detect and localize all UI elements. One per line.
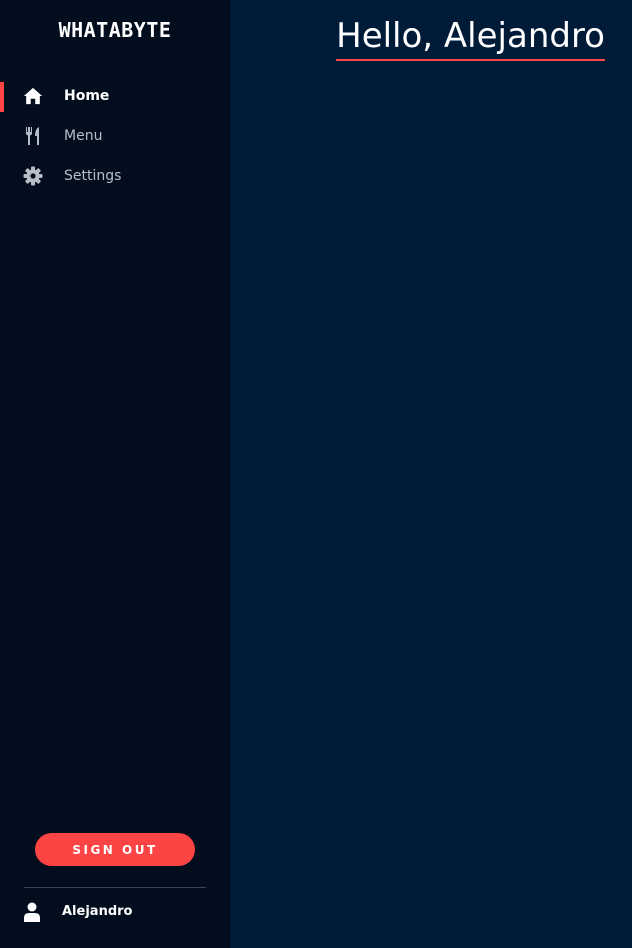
sidebar-item-home[interactable]: Home <box>0 76 230 116</box>
sidebar-item-label: Home <box>64 88 110 104</box>
page-title: Hello, Alejandro <box>336 16 605 61</box>
sidebar-item-menu[interactable]: Menu <box>0 116 230 156</box>
sidebar-divider <box>24 887 206 888</box>
brand-logo[interactable]: WHATABYTE <box>0 18 230 42</box>
sidebar-item-label: Menu <box>64 128 103 144</box>
user-icon <box>23 902 41 922</box>
utensils-icon <box>23 126 43 146</box>
sidebar-nav: Home Menu Settings <box>0 76 230 196</box>
sidebar-item-label: Settings <box>64 168 122 184</box>
sign-out-button[interactable]: SIGN OUT <box>35 833 195 866</box>
home-icon <box>23 86 43 106</box>
user-name: Alejandro <box>62 904 133 919</box>
user-profile[interactable]: Alejandro <box>0 900 230 926</box>
sidebar-item-settings[interactable]: Settings <box>0 156 230 196</box>
sidebar: WHATABYTE Home Menu Settings SIGN OUT Al… <box>0 0 230 948</box>
gear-icon <box>23 166 43 186</box>
app-root: WHATABYTE Home Menu Settings SIGN OUT Al… <box>0 0 632 948</box>
main-content: Hello, Alejandro <box>230 0 632 948</box>
